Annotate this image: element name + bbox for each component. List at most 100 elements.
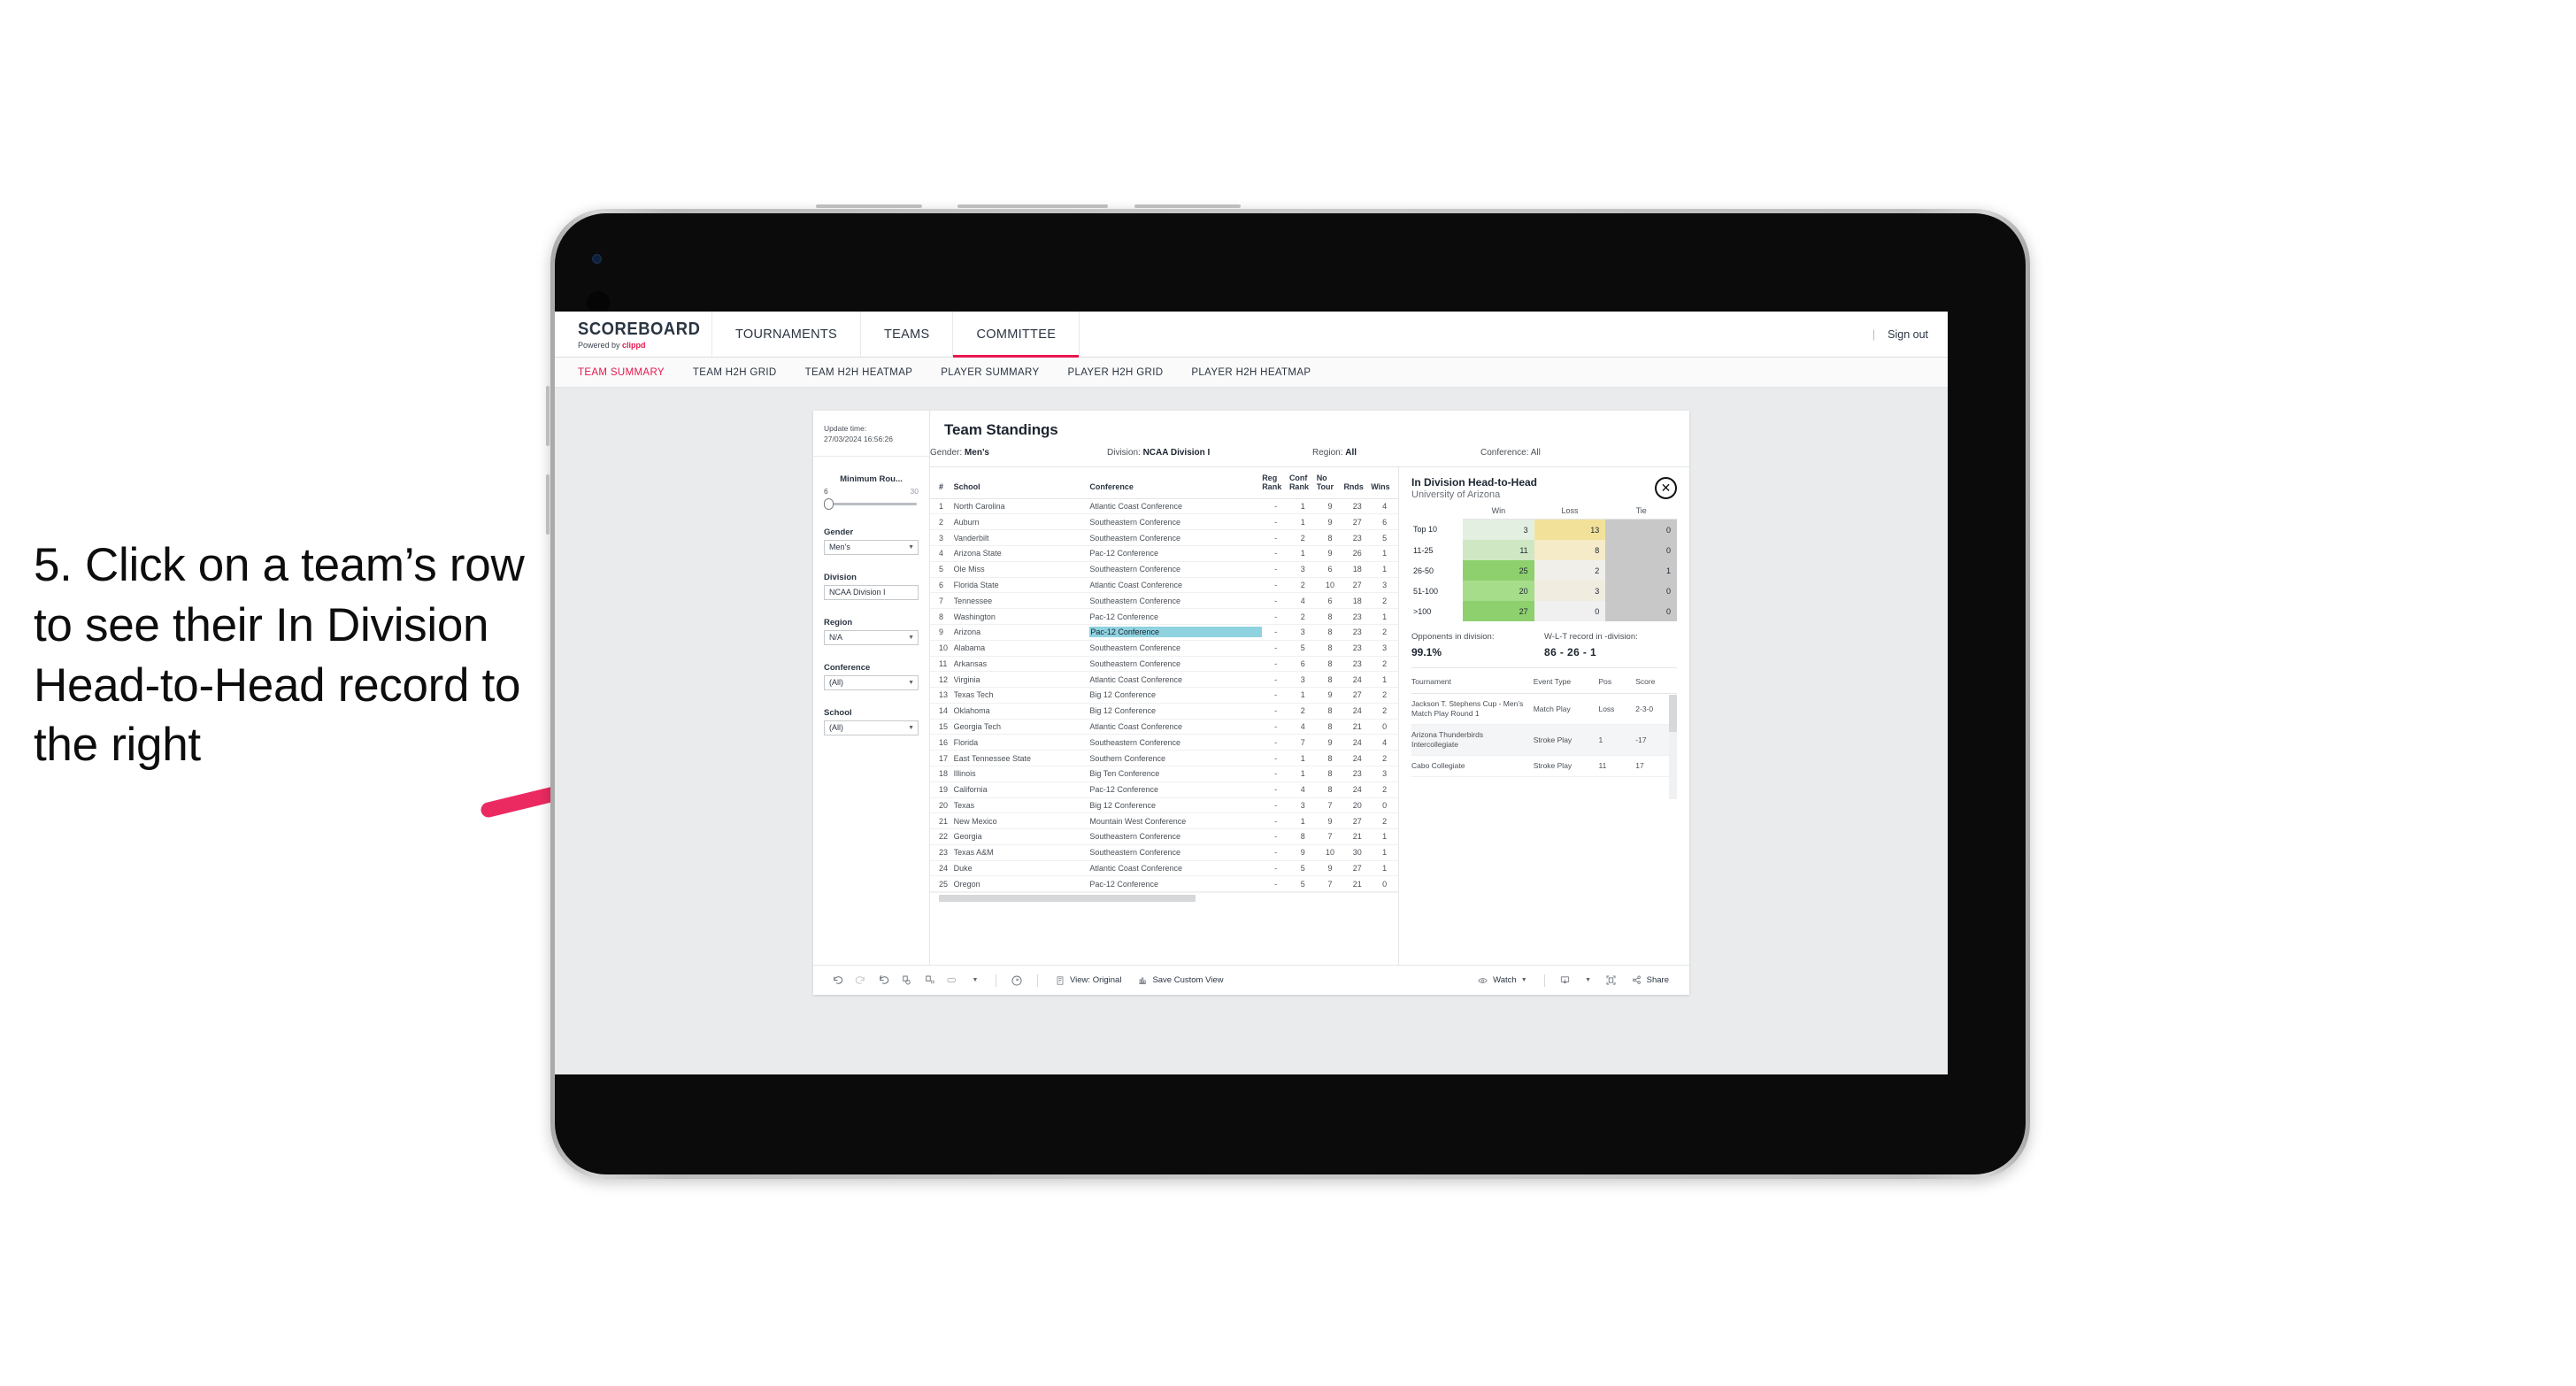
tournaments-vertical-scrollbar[interactable] [1669,695,1677,799]
col-conf-rank[interactable]: Conf Rank [1288,467,1317,499]
cell-wins: 0 [1371,797,1398,814]
h2h-heatmap-head: Win Loss Tie [1411,506,1677,520]
table-row[interactable]: 10 Alabama Southeastern Conference -5 8 23 3 [930,640,1398,657]
cell-rnds: 27 [1343,577,1372,594]
nav-divider: | [1872,327,1876,341]
cell-wins: 3 [1371,766,1398,782]
h2h-cell-loss: 13 [1534,519,1606,540]
nav-item-teams[interactable]: TEAMS [861,312,954,357]
cell-rank: 15 [930,719,954,735]
refresh-data-icon[interactable] [895,971,918,990]
redo-icon[interactable] [849,971,872,990]
cell-school: New Mexico [953,812,1090,830]
table-row[interactable]: 11 Arkansas Southeastern Conference -6 8 23 2 [930,656,1398,673]
close-icon[interactable]: ✕ [1655,477,1677,499]
chevron-down-icon[interactable]: ▼ [964,971,987,990]
tab-player-h2h-grid[interactable]: PLAYER H2H GRID [1067,367,1163,378]
col-pos[interactable]: Pos [1598,670,1636,694]
division-select[interactable]: NCAA Division I [824,584,919,600]
nav-item-committee[interactable]: COMMITTEE [953,312,1080,358]
pause-refresh-icon[interactable] [1005,971,1028,990]
cell-rnds: 27 [1343,513,1372,531]
table-row[interactable]: 25 Oregon Pac-12 Conference -5 7 21 0 [930,875,1398,893]
col-score[interactable]: Score [1635,670,1677,694]
cell-no-tour: 7 [1316,875,1344,893]
col-reg-rank[interactable]: Reg Rank [1262,467,1289,499]
col-wins[interactable]: Wins [1371,467,1398,499]
table-row[interactable]: 14 Oklahoma Big 12 Conference -2 8 24 2 [930,703,1398,720]
table-row[interactable]: 19 California Pac-12 Conference -4 8 24 2 [930,782,1398,798]
gender-select[interactable]: Men’s ▼ [824,539,919,555]
table-row[interactable]: 9 Arizona Pac-12 Conference -3 8 23 2 [930,624,1398,641]
pause-auto-update-icon[interactable] [918,971,941,990]
cell-conf-rank: 4 [1288,719,1317,735]
conference-select[interactable]: (All) ▼ [824,674,919,690]
table-row[interactable]: 1 North Carolina Atlantic Coast Conference… [930,498,1398,515]
table-row[interactable]: 22 Georgia Southeastern Conference -8 7 21 1 [930,828,1398,845]
cell-no-tour: 9 [1316,498,1344,515]
scrollbar-thumb[interactable] [1669,695,1677,732]
table-row[interactable]: 3 Vanderbilt Southeastern Conference -2 8 23 5 [930,529,1398,547]
undo-icon[interactable] [826,971,849,990]
table-row[interactable]: 17 East Tennessee State Southern Conferenc… [930,750,1398,766]
cell-rank: 3 [930,529,954,547]
tab-player-summary[interactable]: PLAYER SUMMARY [941,367,1039,378]
download-icon[interactable] [1554,971,1577,990]
tab-team-h2h-grid[interactable]: TEAM H2H GRID [693,367,777,378]
table-row[interactable]: 18 Illinois Big Ten Conference -1 8 23 3 [930,766,1398,782]
tab-player-h2h-heatmap[interactable]: PLAYER H2H HEATMAP [1191,367,1311,378]
watch-button[interactable]: Watch ▼ [1469,975,1535,986]
fullscreen-icon[interactable] [1600,971,1623,990]
table-row[interactable]: 16 Florida Southeastern Conference -7 9 24 4 [930,734,1398,751]
filter-gender: Gender Men’s ▼ [813,527,929,555]
table-row[interactable]: 2 Auburn Southeastern Conference -1 9 27 6 [930,513,1398,531]
h2h-bucket-label: Top 10 [1411,519,1463,540]
view-icon [1057,975,1064,985]
table-row[interactable]: 13 Texas Tech Big 12 Conference -1 9 27 2 [930,687,1398,704]
nav-item-tournaments[interactable]: TOURNAMENTS [712,312,862,357]
min-rounds-slider[interactable] [824,498,919,511]
revert-icon[interactable] [872,971,895,990]
table-row[interactable]: 23 Texas A&M Southeastern Conference -9 10 30… [930,844,1398,861]
table-row[interactable]: 15 Georgia Tech Atlantic Coast Conference -… [930,719,1398,735]
tab-team-summary[interactable]: TEAM SUMMARY [578,367,665,378]
tournament-row[interactable]: Jackson T. Stephens Cup - Men’s Match Pl… [1411,693,1677,726]
signout-link[interactable]: Sign out [1888,328,1928,341]
view-original-button[interactable]: View: Original [1047,975,1129,986]
cell-rank: 19 [930,782,954,798]
scrollbar-thumb[interactable] [939,895,1196,903]
table-row[interactable]: 4 Arizona State Pac-12 Conference -1 9 26 1 [930,545,1398,562]
cell-wins: 1 [1371,844,1398,861]
table-row[interactable]: 5 Ole Miss Southeastern Conference -3 6 18 1 [930,561,1398,578]
tournament-row[interactable]: Arizona Thunderbirds Intercollegiate Stro… [1411,724,1677,757]
region-select[interactable]: N/A ▼ [824,629,919,645]
device-layout-icon[interactable] [941,971,964,990]
col-rnds[interactable]: Rnds [1343,467,1372,499]
col-tournament[interactable]: Tournament [1411,670,1534,694]
cell-wins: 3 [1371,640,1398,657]
table-row[interactable]: 20 Texas Big 12 Conference -3 7 20 0 [930,797,1398,814]
col-conference[interactable]: Conference [1089,467,1263,499]
tournament-row[interactable]: Cabo Collegiate Stroke Play 11 17 [1411,755,1677,778]
cell-conf-rank: 2 [1288,529,1317,547]
col-event-type[interactable]: Event Type [1533,670,1599,694]
share-button[interactable]: Share [1623,974,1677,986]
table-horizontal-scrollbar[interactable] [930,892,1398,905]
cell-conference: Southeastern Conference [1089,561,1263,578]
table-row[interactable]: 6 Florida State Atlantic Coast Conference -… [930,577,1398,594]
table-row[interactable]: 8 Washington Pac-12 Conference -2 8 23 1 [930,608,1398,625]
col-no-tour[interactable]: No Tour [1316,467,1344,499]
chevron-down-icon[interactable]: ▼ [1577,971,1600,990]
table-row[interactable]: 24 Duke Atlantic Coast Conference -5 9 27 1 [930,860,1398,877]
tab-team-h2h-heatmap[interactable]: TEAM H2H HEATMAP [805,367,913,378]
col-rank[interactable]: # [930,467,954,499]
save-custom-view-button[interactable]: Save Custom View [1129,975,1231,986]
school-select[interactable]: (All) ▼ [824,720,919,735]
slider-handle[interactable] [824,498,834,511]
stat-wlt-value: 86 - 26 - 1 [1544,646,1597,658]
cell-rnds: 20 [1343,797,1372,814]
table-row[interactable]: 7 Tennessee Southeastern Conference -4 6 18 2 [930,592,1398,610]
table-row[interactable]: 21 New Mexico Mountain West Conference -1 9 2… [930,812,1398,830]
table-row[interactable]: 12 Virginia Atlantic Coast Conference -3 8 24… [930,671,1398,689]
col-school[interactable]: School [953,467,1090,499]
